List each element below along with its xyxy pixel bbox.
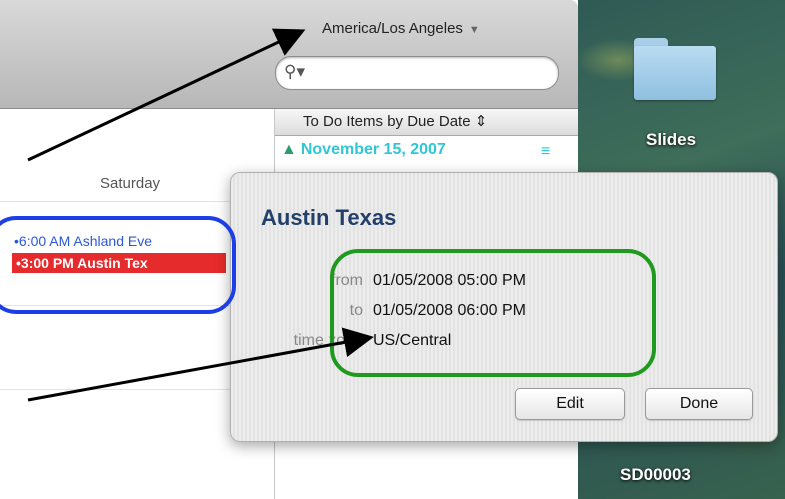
desktop-icon-label-slides[interactable]: Slides (646, 130, 696, 150)
calendar-event-austin[interactable]: •3:00 PM Austin Tex (12, 253, 226, 273)
warning-triangle-icon: ▲ (281, 141, 297, 158)
done-button[interactable]: Done (645, 388, 753, 420)
timezone-label: time zone (293, 332, 363, 349)
edit-button[interactable]: Edit (515, 388, 625, 420)
event-popover: Austin Texas from 01/05/2008 05:00 PM to… (230, 172, 778, 442)
to-value: 01/05/2008 06:00 PM (373, 302, 527, 319)
folder-icon[interactable] (634, 38, 716, 100)
todo-header[interactable]: To Do Items by Due Date ⇕ (275, 109, 578, 136)
timezone-select[interactable]: America/Los Angeles ▼ (322, 20, 480, 37)
priority-icon: ≡ (541, 143, 551, 160)
search-icon[interactable]: ⚲▾ (284, 62, 305, 82)
sort-arrows-icon: ⇕ (474, 113, 488, 130)
toolbar: America/Los Angeles ▼ ⚲▾ (0, 0, 578, 109)
search-field[interactable]: ⚲▾ (275, 56, 559, 90)
timezone-value: US/Central (373, 332, 452, 349)
desktop-icon-label-sd00003[interactable]: SD00003 (620, 465, 691, 485)
from-value: 01/05/2008 05:00 PM (373, 272, 527, 289)
to-label: to (349, 302, 363, 319)
event-title: Austin Texas (261, 205, 397, 230)
from-label: from (331, 272, 363, 289)
todo-item[interactable]: ▲ November 15, 2007 ≡ (281, 141, 550, 160)
day-header: Saturday (100, 175, 161, 192)
triangle-down-icon: ▼ (468, 24, 480, 36)
calendar-event-ashland[interactable]: •6:00 AM Ashland Eve (14, 233, 244, 249)
timezone-select-value: America/Los Angeles (322, 20, 463, 37)
